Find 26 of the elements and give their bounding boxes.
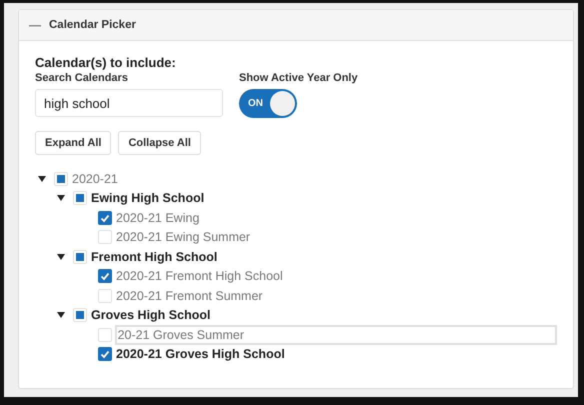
tree-item[interactable]: Ewing High School: [90, 190, 206, 206]
checkbox[interactable]: [98, 347, 112, 362]
checkbox[interactable]: [98, 269, 112, 284]
caret-icon[interactable]: [57, 311, 65, 320]
caret-icon[interactable]: [38, 174, 46, 183]
tree-item[interactable]: 2020-21 Ewing Summer: [115, 229, 252, 246]
search-field[interactable]: high school: [35, 89, 223, 117]
tree-item[interactable]: 2020-21 Fremont High School: [115, 268, 284, 284]
tree-item[interactable]: 2020-21 Ewing: [115, 210, 200, 226]
checkbox[interactable]: [98, 210, 112, 225]
section-heading: Calendar(s) to include:: [35, 55, 177, 70]
expand-all-button[interactable]: Expand All: [35, 131, 112, 155]
tree-item[interactable]: 20-21 Groves Summer: [114, 324, 557, 345]
tree-item[interactable]: Groves High School: [90, 307, 212, 324]
toggle-switch[interactable]: ON: [239, 89, 297, 118]
collapse-button[interactable]: —: [29, 18, 41, 32]
field-label: Search Calendars: [35, 72, 129, 84]
tree-item[interactable]: 2020-21 Fremont Summer: [115, 288, 264, 304]
tree-item[interactable]: Fremont High School: [90, 248, 218, 265]
collapse-all-button[interactable]: Collapse All: [118, 131, 201, 155]
panel-title: Calendar Picker: [49, 19, 136, 31]
tree-item[interactable]: 2020-21: [71, 170, 119, 187]
toggle-label: Show Active Year Only: [239, 72, 358, 84]
tree-item[interactable]: 2020-21 Groves High School: [115, 346, 286, 362]
caret-icon[interactable]: [57, 194, 65, 202]
caret-icon[interactable]: [57, 252, 65, 261]
